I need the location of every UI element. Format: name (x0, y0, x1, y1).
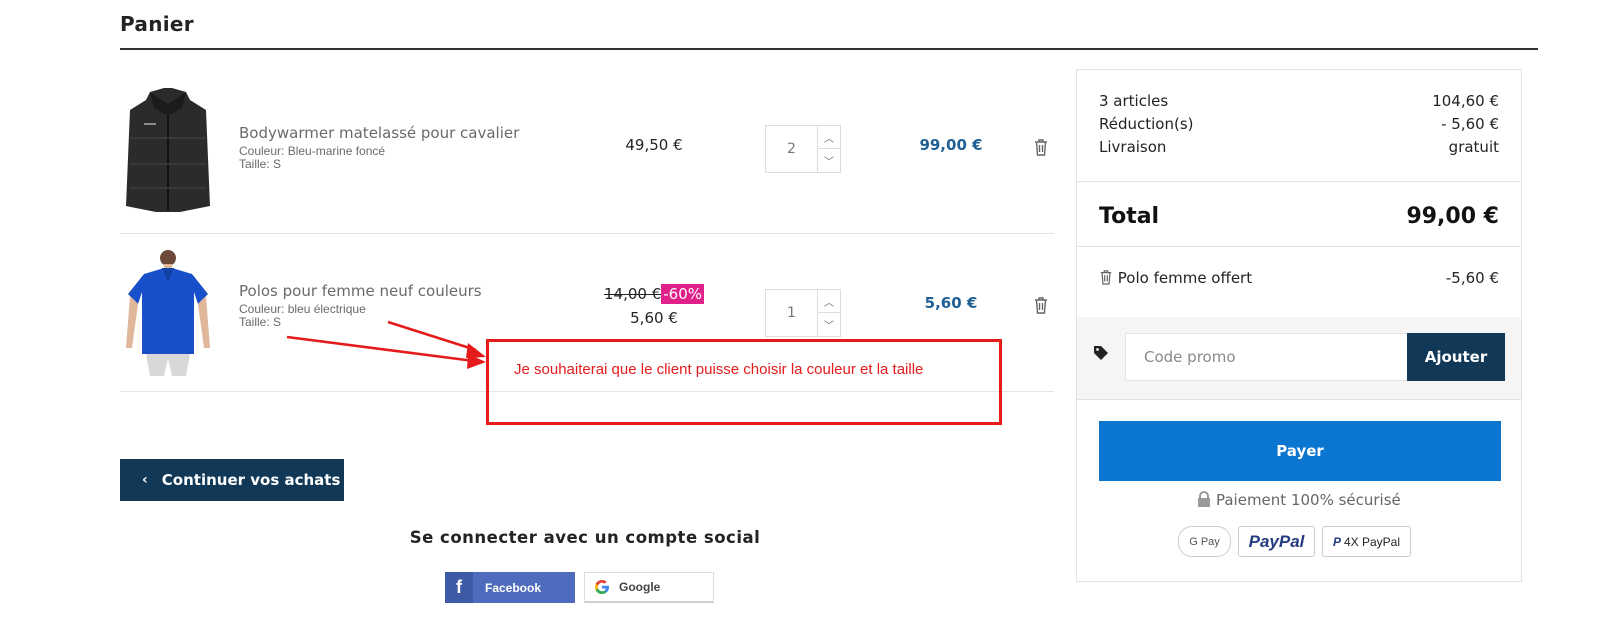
articles-value: 104,60 € (1432, 92, 1499, 110)
trash-icon[interactable] (1099, 269, 1113, 285)
offer-label: Polo femme offert (1117, 269, 1253, 287)
paypal-4x-label: 4X PayPal (1343, 534, 1401, 549)
summary-reduction-row: Réduction(s) - 5,60 € (1099, 115, 1499, 133)
summary-total-row: Total 99,00 € (1099, 204, 1499, 229)
articles-label: 3 articles (1099, 92, 1169, 110)
summary-divider (1077, 181, 1521, 182)
paypal-label: PayPal (1248, 531, 1305, 551)
lock-icon (1198, 491, 1211, 507)
shipping-label: Livraison (1099, 138, 1167, 156)
tag-icon (1094, 346, 1108, 360)
google-label: Google (619, 580, 661, 594)
annotation-text: Je souhaiterai que le client puisse choi… (514, 361, 924, 378)
offer-row: Polo femme offert -5,60 € (1099, 269, 1499, 287)
secure-payment-note: Paiement 100% sécurisé (1077, 491, 1521, 509)
promo-code-input[interactable]: Code promo (1125, 333, 1408, 381)
offer-value: -5,60 € (1445, 269, 1499, 287)
google-icon (585, 579, 619, 595)
facebook-login-button[interactable]: f Facebook (445, 572, 575, 603)
google-login-button[interactable]: Google (584, 572, 714, 603)
reduction-label: Réduction(s) (1099, 115, 1194, 133)
paypal-4x-logo: P 4X PayPal (1322, 526, 1411, 557)
facebook-icon: f (445, 572, 473, 603)
offer-label-wrap: Polo femme offert (1099, 269, 1252, 287)
paypal-icon: P (1332, 534, 1341, 549)
continue-shopping-button[interactable]: ‹ Continuer vos achats (120, 459, 344, 501)
total-label: Total (1099, 204, 1160, 229)
promo-section: Code promo Ajouter (1077, 317, 1521, 399)
total-value: 99,00 € (1406, 204, 1499, 229)
summary-articles-row: 3 articles 104,60 € (1099, 92, 1499, 110)
summary-shipping-row: Livraison gratuit (1099, 138, 1499, 156)
chevron-left-icon: ‹ (142, 472, 148, 488)
gpay-label: G Pay (1189, 535, 1220, 548)
gpay-logo: G Pay (1178, 526, 1231, 557)
pay-button[interactable]: Payer (1099, 421, 1501, 481)
reduction-value: - 5,60 € (1441, 115, 1499, 133)
continue-shopping-label: Continuer vos achats (161, 471, 341, 489)
summary-divider (1077, 246, 1521, 247)
facebook-label: Facebook (485, 580, 542, 595)
social-login-title: Se connecter avec un compte social (409, 528, 761, 547)
paypal-logo: PayPal (1238, 526, 1315, 557)
annotation-box (486, 339, 1002, 425)
secure-text: Paiement 100% sécurisé (1215, 491, 1401, 509)
shipping-value: gratuit (1448, 138, 1499, 156)
summary-divider (1077, 399, 1521, 400)
promo-add-button[interactable]: Ajouter (1407, 333, 1505, 381)
order-summary: 3 articles 104,60 € Réduction(s) - 5,60 … (1076, 69, 1522, 582)
